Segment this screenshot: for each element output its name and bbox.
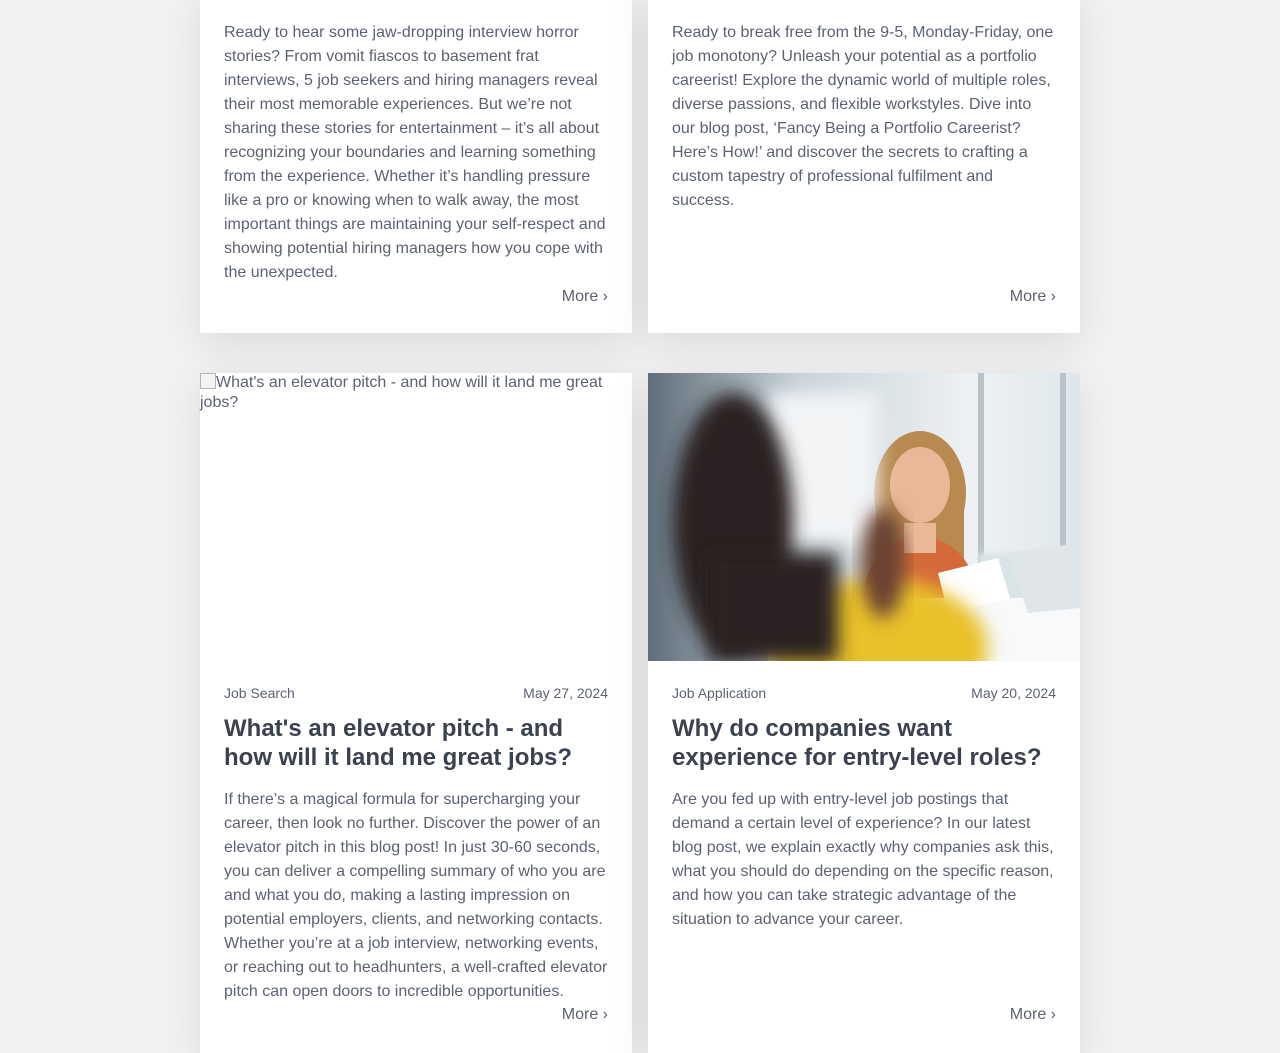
article-image[interactable]: What's an elevator pitch - and how will …	[200, 373, 632, 661]
article-image[interactable]	[648, 373, 1080, 661]
article-title[interactable]: Why do companies want experience for ent…	[672, 714, 1056, 772]
article-date: May 27, 2024	[523, 685, 608, 701]
article-category[interactable]: Job Application	[672, 685, 766, 705]
article-title[interactable]: What's an elevator pitch - and how will …	[224, 714, 608, 772]
more-link[interactable]: More ›	[562, 287, 608, 307]
article-meta: Job Search May 27, 2024	[224, 685, 608, 705]
more-link[interactable]: More ›	[562, 1005, 608, 1025]
interview-photo	[648, 373, 1080, 661]
article-card: Ready to break free from the 9-5, Monday…	[648, 0, 1080, 333]
broken-image-icon	[200, 373, 216, 389]
article-date: May 20, 2024	[971, 685, 1056, 701]
article-excerpt: If there’s a magical formula for superch…	[224, 791, 608, 1000]
article-card: What's an elevator pitch - and how will …	[200, 373, 632, 1053]
article-excerpt: Ready to hear some jaw-dropping intervie…	[224, 24, 606, 281]
more-link[interactable]: More ›	[1010, 1005, 1056, 1025]
article-excerpt: Are you fed up with entry-level job post…	[672, 791, 1054, 928]
more-link[interactable]: More ›	[1010, 287, 1056, 307]
article-category[interactable]: Job Search	[224, 685, 295, 705]
image-alt-text: What's an elevator pitch - and how will …	[200, 374, 603, 411]
article-excerpt: Ready to break free from the 9-5, Monday…	[672, 24, 1054, 209]
article-meta: Job Application May 20, 2024	[672, 685, 1056, 705]
article-card: Ready to hear some jaw-dropping intervie…	[200, 0, 632, 333]
article-card: Job Application May 20, 2024 Why do comp…	[648, 373, 1080, 1053]
